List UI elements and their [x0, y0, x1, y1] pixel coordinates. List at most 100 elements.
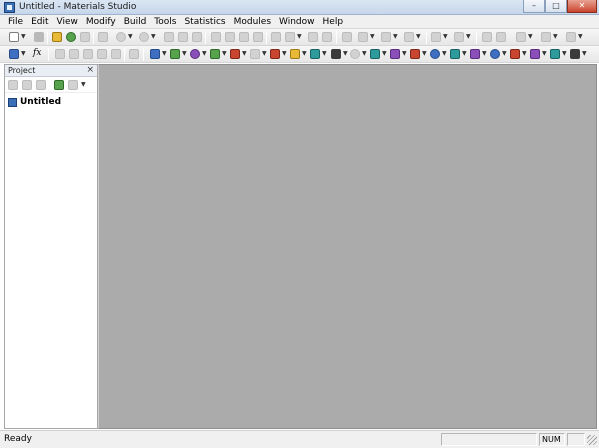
- menu-statistics[interactable]: Statistics: [180, 15, 229, 29]
- measure-icon[interactable]: [482, 32, 492, 42]
- vamp-dropdown-arrow-icon[interactable]: ▼: [482, 50, 487, 57]
- dmol3-icon[interactable]: [230, 49, 240, 59]
- menu-view[interactable]: View: [53, 15, 82, 29]
- cut-icon[interactable]: [164, 32, 174, 42]
- reflex-icon[interactable]: [410, 49, 420, 59]
- element-dropdown-arrow-icon[interactable]: ▼: [370, 33, 375, 40]
- copy-view-icon[interactable]: [322, 32, 332, 42]
- home-icon[interactable]: [129, 49, 139, 59]
- menu-modify[interactable]: Modify: [82, 15, 120, 29]
- zoom-icon[interactable]: [239, 32, 249, 42]
- move-icon[interactable]: [83, 49, 93, 59]
- nmr-icon[interactable]: [350, 49, 360, 59]
- mesocite-icon[interactable]: [310, 49, 320, 59]
- save-project-dropdown-arrow-icon[interactable]: ▼: [21, 50, 26, 57]
- copy-icon[interactable]: [178, 32, 188, 42]
- sort-icon[interactable]: [68, 80, 78, 90]
- morphology-icon[interactable]: [331, 49, 341, 59]
- label-icon[interactable]: [566, 32, 576, 42]
- pointer-icon[interactable]: [55, 49, 65, 59]
- undo-history-icon[interactable]: [98, 32, 108, 42]
- ring-dropdown-arrow-icon[interactable]: ▼: [393, 33, 398, 40]
- save-icon[interactable]: [34, 32, 44, 42]
- crystal-dropdown-arrow-icon[interactable]: ▼: [162, 50, 167, 57]
- dft-icon[interactable]: [530, 49, 540, 59]
- dial-icon[interactable]: [111, 49, 121, 59]
- align-icon[interactable]: [496, 32, 506, 42]
- new-dropdown-arrow-icon[interactable]: ▼: [21, 33, 26, 40]
- app-icon[interactable]: [4, 2, 15, 13]
- clean-icon[interactable]: [454, 32, 464, 42]
- undo-icon[interactable]: [116, 32, 126, 42]
- nmr-dropdown-arrow-icon[interactable]: ▼: [362, 50, 367, 57]
- clean-dropdown-arrow-icon[interactable]: ▼: [466, 33, 471, 40]
- gulp-icon[interactable]: [290, 49, 300, 59]
- castep-icon[interactable]: [190, 49, 200, 59]
- castep-dropdown-arrow-icon[interactable]: ▼: [202, 50, 207, 57]
- sorption-dropdown-arrow-icon[interactable]: ▼: [442, 50, 447, 57]
- adsorption-dropdown-arrow-icon[interactable]: ▼: [502, 50, 507, 57]
- conformers-dropdown-arrow-icon[interactable]: ▼: [222, 50, 227, 57]
- open-folder-icon[interactable]: [52, 32, 62, 42]
- menu-build[interactable]: Build: [120, 15, 151, 29]
- list-icon[interactable]: [541, 32, 551, 42]
- close-button[interactable]: ✕: [567, 0, 597, 13]
- onetep-dropdown-arrow-icon[interactable]: ▼: [582, 50, 587, 57]
- conformers-icon[interactable]: [210, 49, 220, 59]
- tree-item-untitled[interactable]: Untitled: [8, 96, 61, 108]
- sort-dropdown-arrow-icon[interactable]: ▼: [81, 81, 86, 88]
- dmol3-dropdown-arrow-icon[interactable]: ▼: [242, 50, 247, 57]
- minimize-button[interactable]: –: [523, 0, 545, 13]
- forcite-dropdown-arrow-icon[interactable]: ▼: [282, 50, 287, 57]
- dpd-dropdown-arrow-icon[interactable]: ▼: [262, 50, 267, 57]
- reset-view-icon[interactable]: [271, 32, 281, 42]
- dpd-icon[interactable]: [250, 49, 260, 59]
- delete-icon[interactable]: [22, 80, 32, 90]
- menu-tools[interactable]: Tools: [150, 15, 180, 29]
- adsorption-locator-icon[interactable]: [490, 49, 500, 59]
- formula-icon[interactable]: fx: [33, 48, 41, 58]
- redo-dropdown-arrow-icon[interactable]: ▼: [151, 33, 156, 40]
- sketch-pencil-icon[interactable]: [342, 32, 352, 42]
- new-document-icon[interactable]: [9, 32, 19, 42]
- document-workspace[interactable]: [98, 64, 597, 429]
- menu-window[interactable]: Window: [275, 15, 319, 29]
- menu-help[interactable]: Help: [319, 15, 348, 29]
- morphology-dropdown-arrow-icon[interactable]: ▼: [343, 50, 348, 57]
- blends-dropdown-arrow-icon[interactable]: ▼: [562, 50, 567, 57]
- synthia-icon[interactable]: [450, 49, 460, 59]
- amorphous-cell-icon[interactable]: [170, 49, 180, 59]
- refresh-icon[interactable]: [54, 80, 64, 90]
- view-dropdown-arrow-icon[interactable]: ▼: [297, 33, 302, 40]
- gulp-dropdown-arrow-icon[interactable]: ▼: [302, 50, 307, 57]
- redo-icon[interactable]: [139, 32, 149, 42]
- menu-file[interactable]: File: [4, 15, 27, 29]
- hydrogen-dropdown-arrow-icon[interactable]: ▼: [443, 33, 448, 40]
- triangle-tool-icon[interactable]: [97, 49, 107, 59]
- resize-grip-icon[interactable]: [587, 435, 597, 445]
- forcite-icon[interactable]: [270, 49, 280, 59]
- carbon-atom-icon[interactable]: [358, 32, 368, 42]
- sorption-icon[interactable]: [430, 49, 440, 59]
- fit-view-icon[interactable]: [285, 32, 295, 42]
- onetep-icon[interactable]: [570, 49, 580, 59]
- paste-icon[interactable]: [192, 32, 202, 42]
- reflex-dropdown-arrow-icon[interactable]: ▼: [422, 50, 427, 57]
- project-close-icon[interactable]: ×: [86, 65, 94, 75]
- save-project-icon[interactable]: [9, 49, 19, 59]
- select-arrow-icon[interactable]: [211, 32, 221, 42]
- blends-icon[interactable]: [550, 49, 560, 59]
- sketch-ring-icon[interactable]: [381, 32, 391, 42]
- translate-icon[interactable]: [253, 32, 263, 42]
- display-dropdown-arrow-icon[interactable]: ▼: [528, 33, 533, 40]
- synthia-dropdown-arrow-icon[interactable]: ▼: [462, 50, 467, 57]
- print-icon[interactable]: [80, 32, 90, 42]
- fragment-dropdown-arrow-icon[interactable]: ▼: [416, 33, 421, 40]
- polymorph-icon[interactable]: [370, 49, 380, 59]
- magnify-icon[interactable]: [69, 49, 79, 59]
- label-dropdown-arrow-icon[interactable]: ▼: [578, 33, 583, 40]
- analysis-icon[interactable]: [510, 49, 520, 59]
- center-view-icon[interactable]: [308, 32, 318, 42]
- vamp-icon[interactable]: [470, 49, 480, 59]
- qsar-icon[interactable]: [390, 49, 400, 59]
